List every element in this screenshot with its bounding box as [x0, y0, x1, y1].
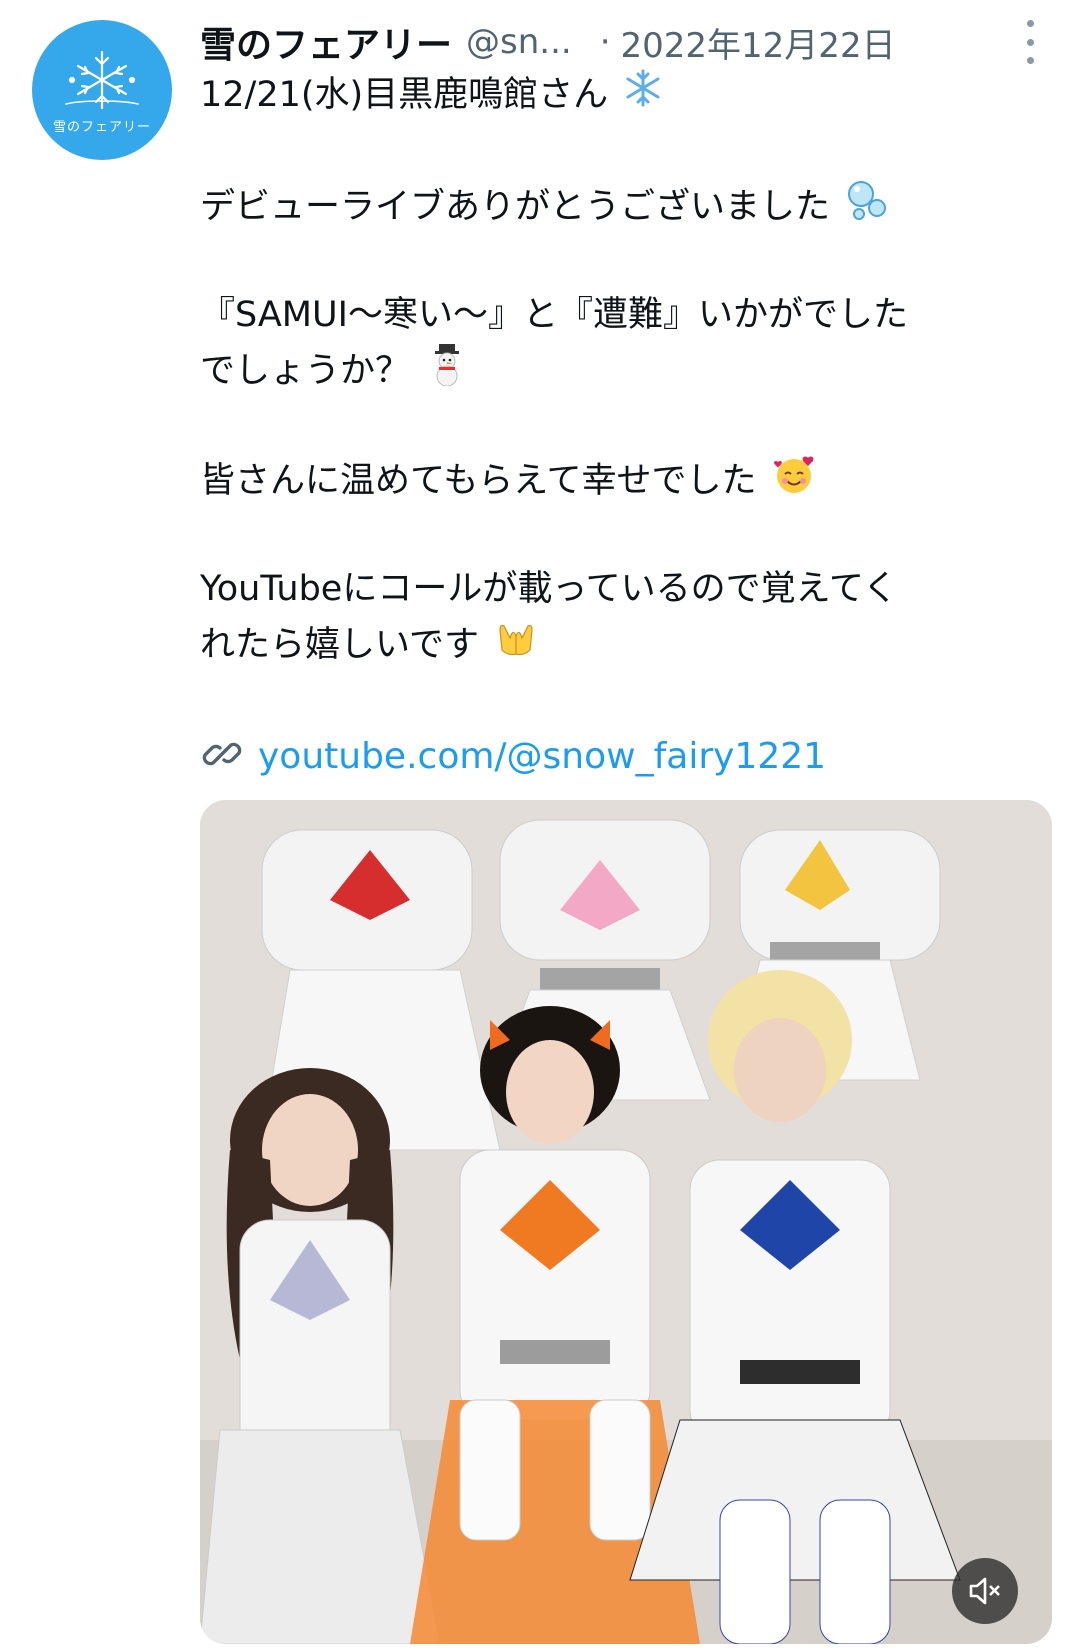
tweet-line: 皆さんに温めてもらえて幸せでした	[200, 452, 1060, 506]
tweet-line: でしょうか？	[200, 342, 1060, 396]
tweet-line-text: デビューライブありがとうございました	[200, 187, 831, 227]
tweet-text: 12/21(水)目黒鹿鳴館さん デビューライブありがとうございました 『SAMU…	[200, 68, 1060, 670]
video-player[interactable]	[200, 800, 1052, 1644]
tweet-line-text: YouTubeにコールが載っているので覚えてく	[200, 569, 898, 609]
display-name[interactable]: 雪のフェアリー	[200, 16, 452, 68]
tweet-line-text: 『SAMUI〜寒い〜』と『遭難』いかがでした	[200, 295, 908, 335]
tweet-date[interactable]: 2022年12月22日	[621, 18, 896, 67]
more-options-icon[interactable]	[1016, 20, 1044, 64]
avatar[interactable]: 雪のフェアリー	[32, 20, 172, 160]
link-card[interactable]: youtube.com/@snow_fairy1221	[200, 728, 826, 784]
tweet-line-text: でしょうか？	[200, 351, 411, 391]
tweet-line: デビューライブありがとうございました	[200, 178, 1060, 232]
smiling-hearts-emoji	[772, 452, 816, 512]
video-frame	[200, 800, 1052, 1644]
tweet-line: YouTubeにコールが載っているので覚えてく	[200, 562, 1060, 616]
snowman-emoji	[425, 342, 469, 402]
snowflake-logo-icon	[65, 50, 139, 110]
palms-up-emoji	[494, 616, 538, 676]
tweet-line: 『SAMUI〜寒い〜』と『遭難』いかがでした	[200, 288, 1060, 342]
tweet-line: 12/21(水)目黒鹿鳴館さん	[200, 68, 1060, 122]
link-icon	[200, 732, 244, 780]
user-handle[interactable]: @sn...	[466, 22, 572, 62]
snowflake-emoji	[623, 68, 663, 124]
tweet-line: れたら嬉しいです	[200, 616, 1060, 670]
tweet-line-text: 皆さんに温めてもらえて幸せでした	[200, 461, 757, 501]
tweet-header: 雪のフェアリー @sn... · 2022年12月22日	[200, 16, 1060, 68]
youtube-link[interactable]: youtube.com/@snow_fairy1221	[258, 736, 826, 777]
avatar-label: 雪のフェアリー	[52, 120, 151, 135]
bubbles-emoji	[845, 178, 889, 238]
tweet-line-text: 12/21(水)目黒鹿鳴館さん	[200, 75, 609, 115]
tweet-line-text: れたら嬉しいです	[200, 625, 479, 665]
separator-dot: ·	[599, 22, 611, 62]
muted-speaker-icon[interactable]	[952, 1558, 1018, 1624]
